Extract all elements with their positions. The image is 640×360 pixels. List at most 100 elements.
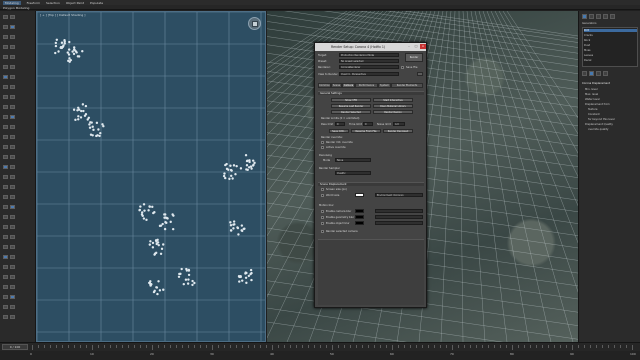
scattered-object[interactable]: [235, 164, 238, 168]
toolbar-icon[interactable]: [3, 315, 8, 319]
scattered-object[interactable]: [230, 174, 233, 178]
toolbar-icon[interactable]: [10, 275, 15, 279]
toolbar-icon[interactable]: [10, 85, 15, 89]
scattered-object[interactable]: [79, 116, 83, 119]
display-tab-icon[interactable]: [610, 14, 615, 19]
scattered-object[interactable]: [84, 104, 88, 108]
toolbar-icon[interactable]: [3, 205, 8, 209]
scattered-object[interactable]: [142, 217, 146, 220]
ribbon-tab-populate[interactable]: Populate: [90, 1, 103, 5]
ribbon-tab-freeform[interactable]: Freeform: [27, 1, 40, 5]
motion-tab-icon[interactable]: [603, 14, 608, 19]
scattered-object[interactable]: [229, 221, 232, 224]
scattered-object[interactable]: [75, 51, 78, 54]
toolbar-icon[interactable]: [3, 15, 8, 19]
pin-stack-icon[interactable]: [582, 71, 587, 76]
show-end-result-icon[interactable]: [589, 71, 594, 76]
scattered-object[interactable]: [163, 227, 167, 231]
toolbar-icon[interactable]: [10, 155, 15, 159]
renderer-dropdown[interactable]: CoronaRenderer: [339, 65, 399, 69]
toolbar-icon[interactable]: [3, 165, 8, 169]
scattered-object[interactable]: [101, 123, 104, 126]
scattered-object[interactable]: [73, 48, 76, 51]
geometry-color-swatch[interactable]: [355, 215, 364, 219]
scattered-object[interactable]: [139, 205, 142, 208]
scattered-object[interactable]: [141, 214, 144, 218]
toolbar-icon[interactable]: [10, 35, 15, 39]
toolbar-icon[interactable]: [3, 175, 8, 179]
stack-item[interactable]: Leaves: [584, 54, 593, 57]
toolbar-icon[interactable]: [10, 225, 15, 229]
sampler-dropdown[interactable]: Quality: [335, 171, 371, 175]
close-icon[interactable]: ×: [420, 44, 426, 49]
scattered-object[interactable]: [142, 203, 146, 206]
section-displacement[interactable]: Scene Displacement: [318, 182, 424, 186]
scattered-object[interactable]: [162, 288, 165, 291]
toolbar-icon[interactable]: [10, 235, 15, 239]
toolbar-icon[interactable]: [10, 115, 15, 119]
scattered-object[interactable]: [238, 280, 241, 283]
scattered-object[interactable]: [186, 282, 190, 285]
toolbar-icon[interactable]: [10, 105, 15, 109]
scattered-object[interactable]: [69, 58, 73, 62]
scattered-object[interactable]: [180, 267, 183, 271]
scattered-object[interactable]: [249, 165, 253, 168]
scattered-object[interactable]: [148, 243, 152, 246]
scattered-object[interactable]: [59, 46, 62, 50]
scattered-object[interactable]: [99, 131, 102, 135]
save-file-checkbox[interactable]: [401, 66, 404, 69]
geometry-blur-checkbox[interactable]: [321, 216, 324, 219]
render-region-button[interactable]: Render Region: [373, 110, 413, 114]
scattered-object[interactable]: [152, 211, 155, 215]
scattered-object[interactable]: [91, 125, 94, 128]
scattered-object[interactable]: [245, 281, 248, 285]
scattered-object[interactable]: [238, 275, 241, 279]
screen-size-radio[interactable]: [321, 188, 324, 191]
object-blur-checkbox[interactable]: [321, 222, 324, 225]
scattered-object[interactable]: [60, 41, 64, 44]
scattered-object[interactable]: [156, 241, 160, 244]
viewcube-face[interactable]: [252, 21, 258, 27]
toolbar-icon[interactable]: [10, 15, 15, 19]
scattered-object[interactable]: [224, 176, 227, 180]
scattered-object[interactable]: [74, 118, 77, 122]
toolbar-icon[interactable]: [10, 305, 15, 309]
option-label[interactable]: Constant: [588, 113, 600, 116]
hierarchy-tab-icon[interactable]: [596, 14, 601, 19]
scattered-object[interactable]: [148, 205, 152, 208]
world-size-radio[interactable]: [321, 194, 324, 197]
scattered-object[interactable]: [157, 280, 160, 283]
scattered-object[interactable]: [88, 123, 91, 126]
scattered-object[interactable]: [246, 168, 249, 172]
tab-performance[interactable]: Performance: [355, 83, 378, 88]
scattered-object[interactable]: [239, 167, 243, 170]
scattered-object[interactable]: [95, 121, 99, 125]
tab-scene[interactable]: Scene: [331, 83, 342, 88]
object-map-button[interactable]: [375, 221, 423, 225]
scattered-object[interactable]: [156, 292, 159, 296]
scattered-object[interactable]: [223, 172, 226, 175]
toolbar-icon[interactable]: [3, 195, 8, 199]
scattered-object[interactable]: [92, 128, 95, 132]
scattered-object[interactable]: [225, 167, 229, 171]
toolbar-icon[interactable]: [10, 215, 15, 219]
scattered-object[interactable]: [80, 109, 83, 113]
time-slider[interactable]: 0 / 100: [2, 344, 28, 350]
start-interactive-button[interactable]: Start Interactive: [373, 98, 413, 102]
toolbar-icon[interactable]: [3, 305, 8, 309]
toolbar-icon[interactable]: [3, 145, 8, 149]
scattered-object[interactable]: [153, 289, 156, 293]
stack-item[interactable]: Cracks: [584, 34, 593, 37]
time-limit-field[interactable]: 0: [363, 122, 373, 126]
scattered-object[interactable]: [154, 251, 158, 255]
scattered-object[interactable]: [54, 51, 57, 55]
stack-item[interactable]: Moss: [584, 49, 591, 52]
env-color-swatch[interactable]: [355, 193, 364, 197]
toolbar-icon[interactable]: [10, 125, 15, 129]
scattered-object[interactable]: [245, 159, 249, 163]
scattered-object[interactable]: [244, 276, 248, 279]
scattered-object[interactable]: [229, 168, 233, 172]
scattered-object[interactable]: [234, 173, 237, 176]
toolbar-icon[interactable]: [10, 205, 15, 209]
scattered-object[interactable]: [236, 226, 239, 229]
